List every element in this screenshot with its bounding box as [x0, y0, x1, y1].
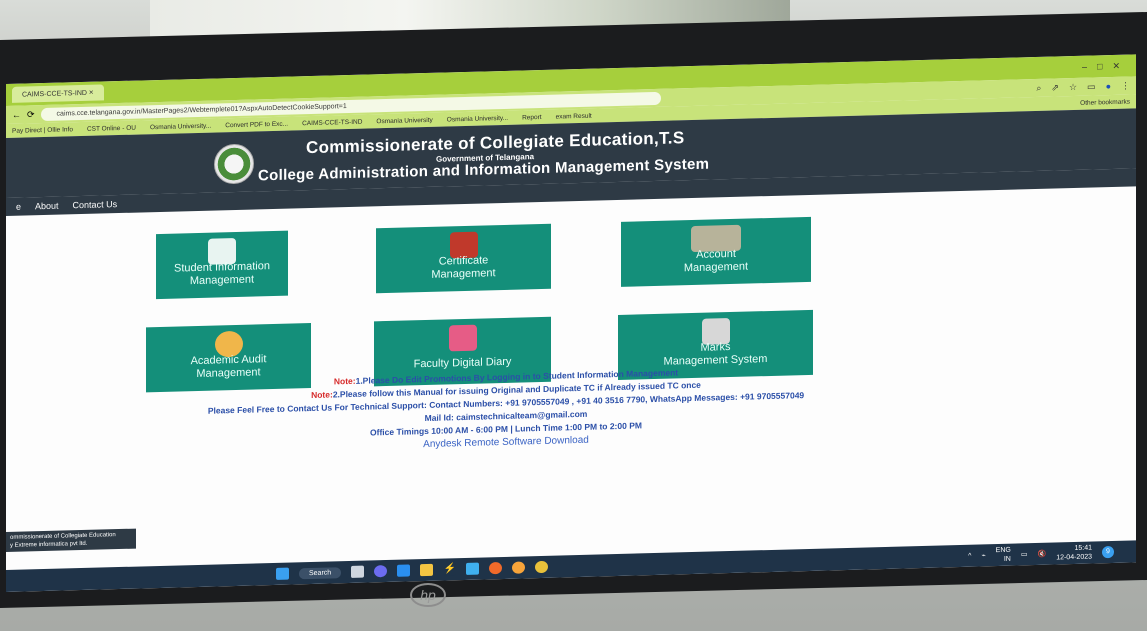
- bookmark-item[interactable]: Osmania University...: [447, 114, 508, 123]
- star-icon[interactable]: ☆: [1069, 81, 1077, 92]
- browser-tab[interactable]: CAIMS-CCE-TS-IND ×: [12, 84, 104, 103]
- display-icon[interactable]: ▭: [1021, 550, 1028, 558]
- time: 15:41: [1074, 544, 1092, 553]
- minimize-icon[interactable]: –: [1082, 61, 1087, 72]
- lang-label: ENG: [995, 546, 1011, 555]
- monitor-screen: CAIMS-CCE-TS-IND × – □ ✕ ← ⟳ caims.cce.t…: [6, 54, 1136, 592]
- share-icon[interactable]: ⇗: [1051, 82, 1059, 93]
- task-view-icon[interactable]: [351, 565, 365, 578]
- bookmark-item[interactable]: exam Result: [556, 112, 592, 120]
- tile-account[interactable]: Account Management: [621, 216, 811, 287]
- mail-icon[interactable]: [466, 562, 480, 575]
- tile-label: Certificate: [438, 254, 489, 268]
- tile-label: Management: [431, 267, 496, 281]
- bookmark-item[interactable]: Report: [522, 113, 542, 121]
- diary-icon: [448, 324, 477, 352]
- maximize-icon[interactable]: □: [1097, 61, 1102, 72]
- system-tray: ^ ⌁ ENG IN ▭ 🔇 15:41 12-04-2023 9: [968, 543, 1114, 565]
- tile-label: Management: [683, 260, 749, 275]
- bookmark-item[interactable]: CST Online - OU: [87, 124, 136, 132]
- chat-icon[interactable]: [374, 565, 388, 578]
- paint-icon[interactable]: [512, 561, 526, 574]
- start-icon[interactable]: [276, 567, 289, 580]
- bookmark-item[interactable]: Convert PDF to Exc...: [225, 120, 288, 129]
- sidepanel-icon[interactable]: ▭: [1087, 81, 1096, 92]
- volume-mute-icon[interactable]: 🔇: [1037, 550, 1046, 558]
- clock[interactable]: 15:41 12-04-2023: [1056, 544, 1092, 563]
- close-icon[interactable]: ×: [89, 88, 94, 97]
- note-prefix: Note:: [311, 389, 333, 401]
- notification-badge[interactable]: 9: [1102, 545, 1114, 559]
- region-label: IN: [1003, 555, 1011, 563]
- tile-label: Management: [189, 273, 255, 288]
- window-controls: – □ ✕: [1082, 60, 1130, 72]
- note-prefix: Note:: [333, 375, 356, 387]
- reload-icon[interactable]: ⟳: [27, 109, 35, 120]
- language-indicator[interactable]: ENG IN: [996, 546, 1011, 564]
- chevron-up-icon[interactable]: ^: [968, 552, 971, 559]
- bookmark-item[interactable]: CAIMS-CCE-TS-IND: [302, 118, 362, 127]
- window-close-icon[interactable]: ✕: [1112, 60, 1120, 71]
- nav-item-home[interactable]: e: [16, 202, 21, 212]
- network-icon[interactable]: ⌁: [981, 551, 985, 559]
- footer: ommissionerate of Collegiate Education y…: [6, 528, 136, 552]
- tile-student-information[interactable]: Student Information Management: [156, 230, 288, 300]
- bookmark-item[interactable]: Osmania University: [376, 116, 432, 124]
- lightning-icon[interactable]: ⚡: [443, 563, 457, 576]
- store-icon[interactable]: [397, 564, 411, 577]
- taskbar-apps: Search ⚡: [276, 560, 549, 580]
- nav-item-contact[interactable]: Contact Us: [73, 199, 118, 210]
- tile-label: Faculty Digital Diary: [413, 355, 512, 371]
- nav-item-about[interactable]: About: [35, 201, 59, 212]
- date: 12-04-2023: [1056, 553, 1092, 562]
- chrome-icon[interactable]: [535, 560, 549, 574]
- tile-certificate[interactable]: Certificate Management: [376, 223, 551, 294]
- bookmark-item[interactable]: Osmania University...: [150, 122, 211, 131]
- other-bookmarks[interactable]: Other bookmarks: [1080, 98, 1130, 106]
- telangana-emblem-icon: [214, 143, 254, 185]
- menu-icon[interactable]: ⋮: [1121, 80, 1130, 91]
- tile-label: Marks: [700, 341, 731, 354]
- main-content: Student Information Management Certificat…: [6, 186, 1136, 576]
- taskbar-search[interactable]: Search: [299, 566, 342, 579]
- tab-title: CAIMS-CCE-TS-IND: [22, 89, 87, 99]
- bookmark-item[interactable]: Pay Direct | Ollie Info: [12, 126, 73, 135]
- profile-icon[interactable]: ●: [1106, 81, 1111, 92]
- hp-logo: hp: [410, 583, 446, 607]
- tile-label: Academic Audit: [190, 353, 267, 368]
- folder-icon[interactable]: [420, 563, 434, 577]
- tile-label: Account: [696, 247, 736, 261]
- tile-label: Student Information: [173, 260, 270, 275]
- zoom-icon[interactable]: ⌕: [1036, 82, 1041, 93]
- address-icons: ⌕ ⇗ ☆ ▭ ● ⋮: [1036, 80, 1130, 93]
- firefox-icon[interactable]: [489, 562, 503, 575]
- back-icon[interactable]: ←: [12, 110, 21, 120]
